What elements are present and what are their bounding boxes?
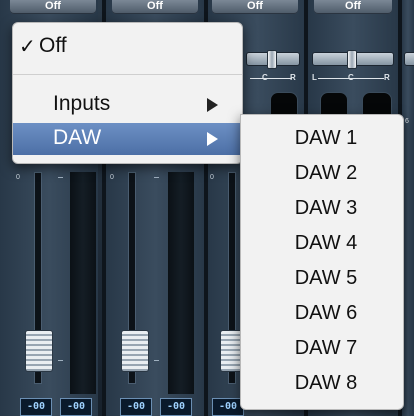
menu-item-off[interactable]: ✓ Off — [13, 31, 242, 63]
menu-item-label: Inputs — [53, 92, 111, 115]
mute-off-button[interactable]: Off — [314, 0, 392, 14]
menu-item-label: Off — [39, 34, 67, 57]
submenu-item-daw-1[interactable]: DAW 1 — [241, 123, 403, 153]
meter-slot — [70, 172, 96, 394]
pan-knob[interactable] — [267, 50, 277, 69]
submenu-item-daw-6[interactable]: DAW 6 — [241, 298, 403, 328]
menu-item-label: DAW — [53, 126, 102, 149]
mixer-window: Off Off Off Off C R L C R 6 0 0 0 -00 -0… — [0, 0, 414, 416]
fader-handle[interactable] — [25, 330, 53, 372]
pan-center-label: C — [348, 73, 354, 82]
fader-scale-label: 0 — [210, 174, 214, 181]
mute-off-button[interactable]: Off — [212, 0, 298, 14]
fader-handle[interactable] — [121, 330, 149, 372]
pan-slider[interactable] — [246, 50, 300, 69]
level-readout: -00 — [60, 398, 92, 416]
fader-tick — [154, 360, 159, 361]
pan-knob[interactable] — [347, 50, 357, 69]
submenu-item-daw-8[interactable]: DAW 8 — [241, 368, 403, 398]
pan-left-label: L — [312, 73, 317, 82]
fader-tick — [58, 177, 63, 178]
submenu-arrow-icon — [207, 98, 218, 112]
checkmark-icon: ✓ — [19, 36, 36, 58]
pan-right-label: R — [384, 73, 390, 82]
level-readout: -00 — [160, 398, 192, 416]
pan-scale-line — [250, 78, 292, 79]
submenu-item-daw-5[interactable]: DAW 5 — [241, 263, 403, 293]
mute-off-button[interactable]: Off — [112, 0, 198, 14]
pan-right-label: R — [290, 73, 296, 82]
scale-label: 6 — [405, 118, 409, 125]
submenu-arrow-icon — [207, 132, 218, 146]
submenu-item-daw-4[interactable]: DAW 4 — [241, 228, 403, 258]
submenu-item-daw-7[interactable]: DAW 7 — [241, 333, 403, 363]
menu-separator — [13, 74, 242, 75]
daw-submenu: DAW 1 DAW 2 DAW 3 DAW 4 DAW 5 DAW 6 DAW … — [240, 114, 404, 410]
pan-slider[interactable] — [312, 50, 394, 69]
menu-item-daw[interactable]: DAW — [13, 123, 242, 155]
menu-item-inputs[interactable]: Inputs — [13, 89, 242, 121]
meter-slot — [168, 172, 194, 394]
level-readout: -00 — [120, 398, 152, 416]
source-popup-menu: ✓ Off Inputs DAW — [12, 22, 243, 164]
submenu-item-daw-2[interactable]: DAW 2 — [241, 158, 403, 188]
fader-scale-label: 0 — [16, 174, 20, 181]
fader-tick — [58, 360, 63, 361]
pan-slider[interactable] — [404, 52, 414, 66]
fader-tick — [154, 177, 159, 178]
fader-scale-label: 0 — [110, 174, 114, 181]
mute-off-button[interactable]: Off — [10, 0, 96, 14]
level-readout: -00 — [20, 398, 52, 416]
pan-center-label: C — [262, 73, 268, 82]
submenu-item-daw-3[interactable]: DAW 3 — [241, 193, 403, 223]
